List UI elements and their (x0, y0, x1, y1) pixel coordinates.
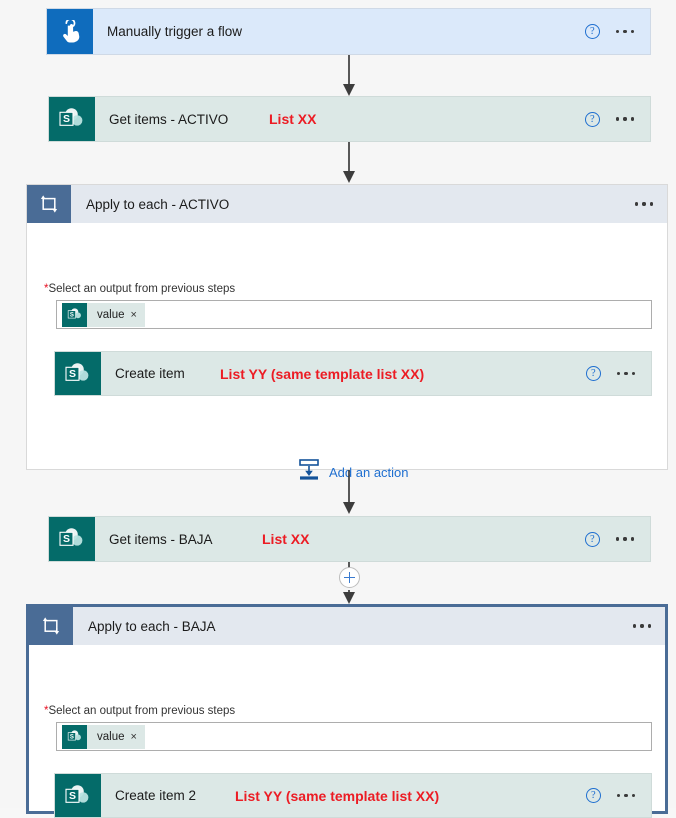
flow-step-create-item-2[interactable]: S Create item 2 List YY (same template l… (54, 773, 652, 818)
tap-hand-icon (47, 9, 93, 54)
step-body: Manually trigger a flow (93, 9, 585, 54)
sharepoint-icon: S (49, 97, 95, 141)
more-commands-icon[interactable] (632, 624, 651, 628)
svg-text:S: S (63, 113, 70, 125)
sharepoint-icon: S (55, 352, 101, 395)
scope-tools (632, 607, 665, 645)
help-icon[interactable]: ? (584, 24, 600, 39)
step-tools: ? (585, 352, 651, 395)
more-commands-icon[interactable] (615, 29, 634, 34)
flow-step-get-items-baja[interactable]: S Get items - BAJA List XX ? (48, 516, 651, 562)
svg-text:S: S (63, 533, 70, 545)
step-body: Get items - ACTIVO List XX (95, 97, 585, 141)
flow-step-get-items-activo[interactable]: S Get items - ACTIVO List XX ? (48, 96, 651, 142)
connector-arrow (343, 55, 355, 96)
loop-icon (27, 185, 71, 223)
scope-tools (634, 185, 667, 223)
scope-title: Apply to each - BAJA (88, 618, 216, 634)
flow-canvas: Manually trigger a flow ? S Get items - … (0, 0, 676, 818)
field-label: *Select an output from previous steps (44, 283, 235, 295)
step-title: Get items - BAJA (109, 531, 213, 547)
more-commands-icon[interactable] (616, 793, 635, 798)
token-remove-icon[interactable]: × (131, 731, 145, 743)
step-title: Get items - ACTIVO (109, 111, 229, 127)
token-label: value (97, 730, 125, 743)
step-body: Get items - BAJA List XX (95, 517, 585, 561)
help-icon[interactable]: ? (585, 366, 601, 381)
svg-text:S: S (69, 312, 73, 318)
more-commands-icon[interactable] (616, 371, 635, 376)
help-icon[interactable]: ? (584, 531, 600, 547)
step-tools: ? (584, 9, 650, 54)
field-label: *Select an output from previous steps (44, 705, 235, 717)
field-label-text: Select an output from previous steps (48, 283, 236, 295)
more-commands-icon[interactable] (615, 117, 634, 121)
step-body: Create item 2 List YY (same template lis… (101, 774, 586, 817)
connector-arrow (343, 470, 355, 514)
sharepoint-icon: S (49, 517, 95, 561)
step-annotation: List YY (same template list XX) (220, 365, 425, 382)
svg-text:S: S (69, 790, 76, 802)
step-body: Create item List YY (same template list … (101, 352, 586, 395)
scope-body: *Select an output from previous steps S (29, 645, 665, 818)
step-annotation: List XX (262, 531, 310, 547)
flow-step-create-item[interactable]: S Create item List YY (same template lis… (54, 351, 652, 396)
field-label-text: Select an output from previous steps (48, 705, 236, 717)
select-output-input[interactable]: S value × (56, 300, 652, 329)
step-tools: ? (584, 97, 650, 141)
scope-title: Apply to each - ACTIVO (86, 196, 230, 212)
more-commands-icon[interactable] (634, 202, 653, 206)
flow-scope-apply-to-each-baja[interactable]: Apply to each - BAJA *Select an output f… (26, 604, 668, 818)
select-output-input[interactable]: S value × (56, 722, 652, 751)
token-label: value (97, 308, 125, 321)
help-icon[interactable]: ? (584, 111, 600, 127)
step-title: Create item (115, 366, 185, 381)
insert-new-step-button[interactable] (339, 567, 360, 588)
sharepoint-icon: S (62, 302, 87, 327)
svg-text:S: S (69, 734, 73, 740)
step-annotation: List YY (same template list XX) (235, 787, 440, 804)
sharepoint-icon: S (62, 724, 87, 749)
more-commands-icon[interactable] (615, 537, 634, 541)
scope-header[interactable]: Apply to each - BAJA (29, 607, 665, 645)
flow-scope-apply-to-each-activo[interactable]: Apply to each - ACTIVO *Select an output… (26, 184, 668, 480)
step-title: Create item 2 (115, 788, 197, 803)
step-annotation: List XX (269, 111, 317, 127)
sharepoint-icon: S (55, 774, 101, 817)
loop-icon (29, 607, 73, 645)
flow-step-manually-trigger-a-flow[interactable]: Manually trigger a flow ? (46, 8, 651, 55)
token-value[interactable]: S value × (62, 302, 145, 327)
token-value[interactable]: S value × (62, 724, 145, 749)
connector-arrow (343, 142, 355, 183)
add-action-icon (298, 459, 320, 485)
svg-text:S: S (69, 368, 76, 380)
help-icon[interactable]: ? (585, 788, 601, 803)
scope-header[interactable]: Apply to each - ACTIVO (27, 185, 667, 223)
scope-body: *Select an output from previous steps S (27, 223, 667, 480)
step-title: Manually trigger a flow (107, 24, 243, 39)
token-remove-icon[interactable]: × (131, 309, 145, 321)
step-tools: ? (584, 517, 650, 561)
step-tools: ? (585, 774, 651, 817)
